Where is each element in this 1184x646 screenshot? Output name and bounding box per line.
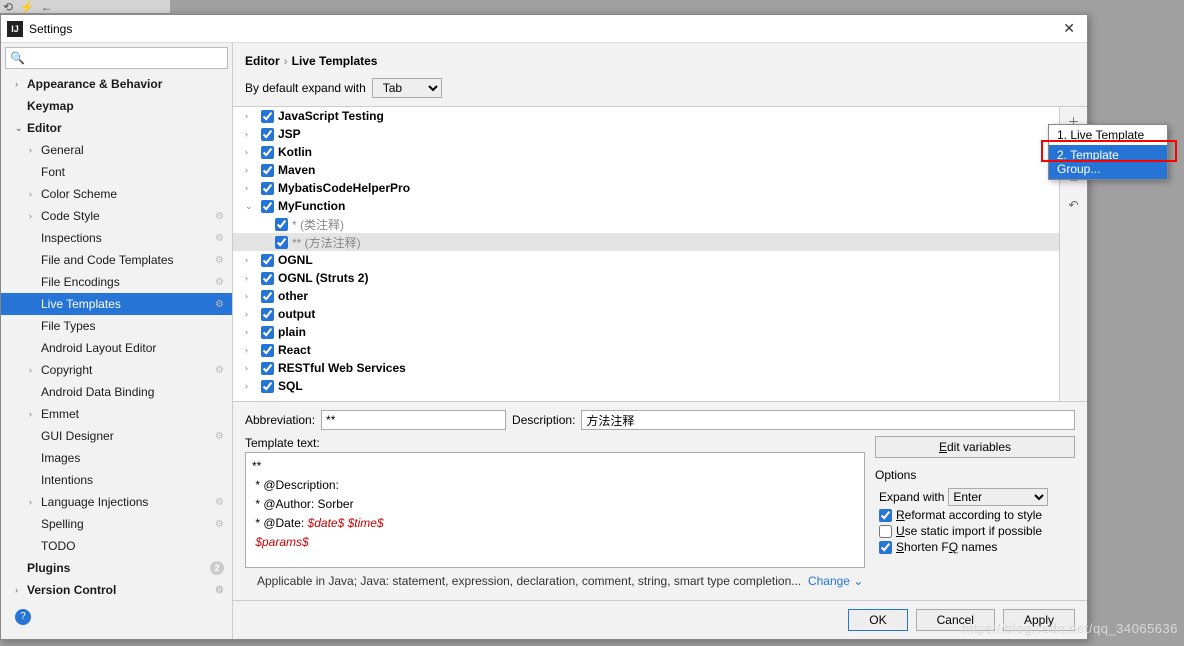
sidebar-item-file-and-code-templates[interactable]: File and Code Templates⚙ bbox=[1, 249, 232, 271]
description-input[interactable] bbox=[581, 410, 1075, 430]
sidebar-item-images[interactable]: Images bbox=[1, 447, 232, 469]
back-icon: ← bbox=[39, 0, 55, 14]
template-react[interactable]: ›React bbox=[233, 341, 1059, 359]
template-mybatiscodehelperpro[interactable]: ›MybatisCodeHelperPro bbox=[233, 179, 1059, 197]
template-other[interactable]: ›other bbox=[233, 287, 1059, 305]
refresh-icon: ⟲ bbox=[0, 0, 16, 14]
sidebar-item-file-encodings[interactable]: File Encodings⚙ bbox=[1, 271, 232, 293]
sidebar-item-todo[interactable]: TODO bbox=[1, 535, 232, 557]
template-javascript-testing[interactable]: ›JavaScript Testing bbox=[233, 107, 1059, 125]
template-kotlin[interactable]: ›Kotlin bbox=[233, 143, 1059, 161]
sidebar-item-font[interactable]: Font bbox=[1, 161, 232, 183]
templates-tree[interactable]: ›JavaScript Testing›JSP›Kotlin›Maven›Myb… bbox=[233, 107, 1059, 401]
titlebar: IJ Settings ✕ bbox=[1, 15, 1087, 43]
popup-template-group[interactable]: 2. Template Group... bbox=[1049, 145, 1167, 179]
expand-select[interactable]: Tab bbox=[372, 78, 442, 98]
template-maven[interactable]: ›Maven bbox=[233, 161, 1059, 179]
shorten-fq-checkbox[interactable] bbox=[879, 541, 892, 554]
template-jsp[interactable]: ›JSP bbox=[233, 125, 1059, 143]
background-toolbar: ⟲ ⚡ ← bbox=[0, 0, 170, 14]
apply-button[interactable]: Apply bbox=[1003, 609, 1075, 631]
sidebar-item-color-scheme[interactable]: ›Color Scheme bbox=[1, 183, 232, 205]
sidebar-item-inspections[interactable]: Inspections⚙ bbox=[1, 227, 232, 249]
popup-live-template[interactable]: 1. Live Template bbox=[1049, 125, 1167, 145]
bolt-icon: ⚡ bbox=[19, 0, 35, 14]
static-import-checkbox[interactable] bbox=[879, 525, 892, 538]
expand-label: By default expand with bbox=[245, 81, 366, 95]
sidebar-item-android-data-binding[interactable]: Android Data Binding bbox=[1, 381, 232, 403]
sidebar-item-copyright[interactable]: ›Copyright⚙ bbox=[1, 359, 232, 381]
sidebar-item-code-style[interactable]: ›Code Style⚙ bbox=[1, 205, 232, 227]
sidebar-item-emmet[interactable]: ›Emmet bbox=[1, 403, 232, 425]
sidebar-item-plugins[interactable]: Plugins2 bbox=[1, 557, 232, 579]
add-popup: 1. Live Template 2. Template Group... bbox=[1048, 124, 1168, 180]
breadcrumb: Editor›Live Templates bbox=[233, 43, 1087, 74]
help-icon[interactable]: ? bbox=[15, 609, 31, 625]
abbreviation-label: Abbreviation: bbox=[245, 413, 315, 427]
template-ognl-struts-2-[interactable]: ›OGNL (Struts 2) bbox=[233, 269, 1059, 287]
reformat-checkbox[interactable] bbox=[879, 509, 892, 522]
settings-dialog: IJ Settings ✕ 🔍 ›Appearance & BehaviorKe… bbox=[0, 14, 1088, 640]
ok-button[interactable]: OK bbox=[848, 609, 907, 631]
sidebar-item-language-injections[interactable]: ›Language Injections⚙ bbox=[1, 491, 232, 513]
template-restful-web-services[interactable]: ›RESTful Web Services bbox=[233, 359, 1059, 377]
undo-icon[interactable]: ↶ bbox=[1060, 191, 1087, 219]
template--[interactable]: ** (方法注释) bbox=[233, 233, 1059, 251]
template-text-label: Template text: bbox=[245, 436, 865, 450]
template--[interactable]: * (类注释) bbox=[233, 215, 1059, 233]
template-myfunction[interactable]: ⌄MyFunction bbox=[233, 197, 1059, 215]
sidebar-item-gui-designer[interactable]: GUI Designer⚙ bbox=[1, 425, 232, 447]
applicable-text: Applicable in Java; Java: statement, exp… bbox=[245, 574, 1075, 592]
abbreviation-input[interactable] bbox=[321, 410, 506, 430]
close-icon[interactable]: ✕ bbox=[1057, 18, 1081, 39]
search-icon: 🔍 bbox=[10, 51, 25, 65]
options-title: Options bbox=[875, 468, 1075, 482]
main-panel: Editor›Live Templates By default expand … bbox=[233, 43, 1087, 639]
app-icon: IJ bbox=[7, 21, 23, 37]
sidebar: 🔍 ›Appearance & BehaviorKeymap⌄Editor›Ge… bbox=[1, 43, 233, 639]
sidebar-item-version-control[interactable]: ›Version Control⚙ bbox=[1, 579, 232, 601]
edit-variables-button[interactable]: EEdit variablesdit variables bbox=[875, 436, 1075, 458]
template-text-area[interactable]: ** * @Description: * @Author: Sorber * @… bbox=[245, 452, 865, 568]
template-output[interactable]: ›output bbox=[233, 305, 1059, 323]
sidebar-item-general[interactable]: ›General bbox=[1, 139, 232, 161]
template-ognl[interactable]: ›OGNL bbox=[233, 251, 1059, 269]
change-link[interactable]: Change ⌄ bbox=[808, 574, 863, 588]
sidebar-item-android-layout-editor[interactable]: Android Layout Editor bbox=[1, 337, 232, 359]
search-input[interactable]: 🔍 bbox=[5, 47, 228, 69]
sidebar-item-intentions[interactable]: Intentions bbox=[1, 469, 232, 491]
description-label: Description: bbox=[512, 413, 575, 427]
sidebar-item-keymap[interactable]: Keymap bbox=[1, 95, 232, 117]
expand-with-select[interactable]: Enter bbox=[948, 488, 1048, 506]
cancel-button[interactable]: Cancel bbox=[916, 609, 995, 631]
template-sql[interactable]: ›SQL bbox=[233, 377, 1059, 395]
sidebar-item-editor[interactable]: ⌄Editor bbox=[1, 117, 232, 139]
sidebar-item-live-templates[interactable]: Live Templates⚙ bbox=[1, 293, 232, 315]
window-title: Settings bbox=[29, 22, 72, 36]
settings-tree[interactable]: ›Appearance & BehaviorKeymap⌄Editor›Gene… bbox=[1, 73, 232, 639]
sidebar-item-appearance-behavior[interactable]: ›Appearance & Behavior bbox=[1, 73, 232, 95]
sidebar-item-spelling[interactable]: Spelling⚙ bbox=[1, 513, 232, 535]
template-plain[interactable]: ›plain bbox=[233, 323, 1059, 341]
sidebar-item-file-types[interactable]: File Types bbox=[1, 315, 232, 337]
